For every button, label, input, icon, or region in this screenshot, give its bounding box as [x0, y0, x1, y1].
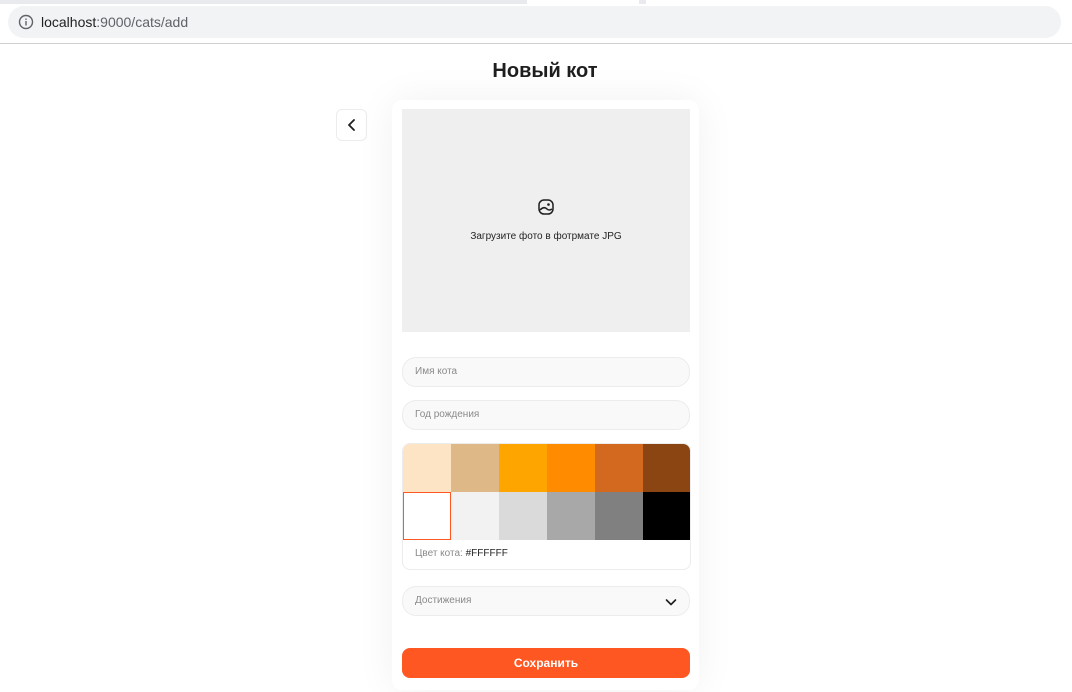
color-label-text: Цвет кота: — [415, 548, 463, 559]
achievements-label: Достижения — [415, 595, 472, 606]
info-icon[interactable] — [18, 14, 34, 30]
color-picker: Цвет кота: #FFFFFF — [402, 443, 691, 570]
upload-hint: Загрузите фото в фотрмате JPG — [470, 231, 622, 242]
url-path: :9000/cats/add — [96, 14, 189, 30]
color-swatch[interactable] — [547, 444, 595, 492]
color-swatch[interactable] — [451, 492, 499, 540]
url-host: localhost — [41, 14, 97, 30]
browser-address-bar: localhost:9000/cats/add — [0, 0, 1072, 44]
back-button[interactable] — [336, 109, 367, 141]
color-swatch[interactable] — [499, 492, 547, 540]
color-label: Цвет кота: #FFFFFF — [415, 548, 508, 559]
color-swatch[interactable] — [499, 444, 547, 492]
page-title: Новый кот — [492, 60, 598, 82]
color-swatch[interactable] — [643, 444, 690, 492]
color-swatch[interactable] — [595, 444, 643, 492]
browser-tab-strip — [0, 0, 1072, 4]
color-swatch[interactable] — [451, 444, 499, 492]
url-text[interactable]: localhost:9000/cats/add — [41, 13, 188, 31]
color-value: #FFFFFF — [465, 548, 508, 559]
birth-year-input[interactable]: Год рождения — [402, 400, 690, 430]
achievements-dropdown[interactable]: Достижения — [402, 586, 690, 616]
color-swatch[interactable] — [403, 444, 451, 492]
url-bar[interactable]: localhost:9000/cats/add — [8, 6, 1061, 38]
color-swatch[interactable] — [403, 492, 451, 540]
color-swatch[interactable] — [643, 492, 690, 540]
save-button[interactable]: Сохранить — [402, 648, 690, 678]
photo-upload-area[interactable]: Загрузите фото в фотрмате JPG — [402, 109, 690, 332]
cat-name-input[interactable]: Имя кота — [402, 357, 690, 387]
image-upload-icon — [538, 199, 554, 215]
chevron-down-icon — [665, 599, 677, 606]
color-swatch[interactable] — [595, 492, 643, 540]
color-swatch[interactable] — [547, 492, 595, 540]
chevron-left-icon — [348, 119, 355, 131]
